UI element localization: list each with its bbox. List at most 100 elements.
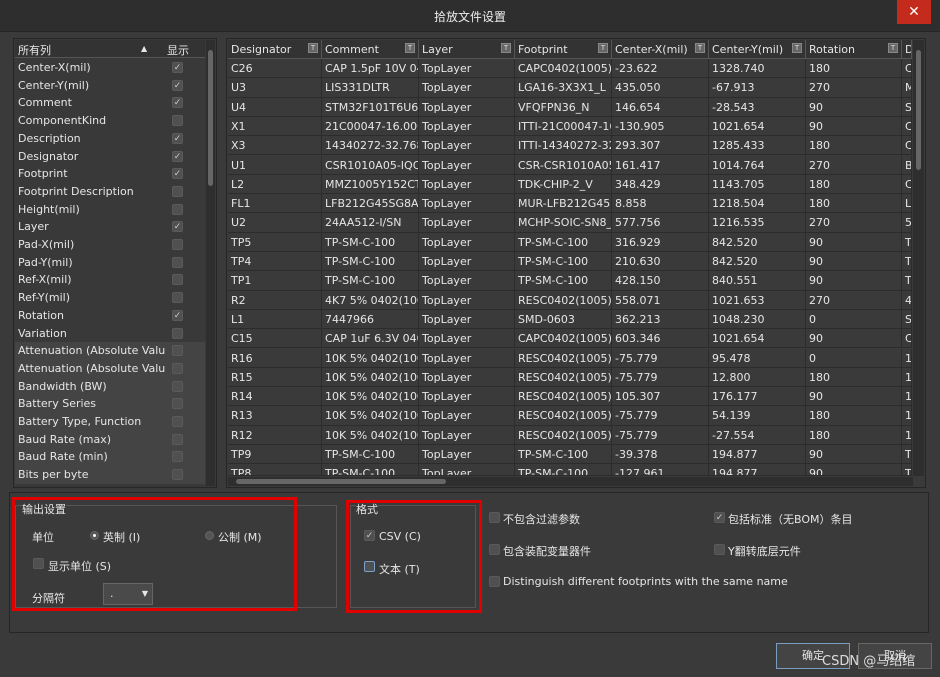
show-checkbox[interactable] — [172, 433, 183, 445]
table-cell: TopLayer — [419, 329, 515, 349]
column-header[interactable]: Center-X(mil) T — [612, 40, 709, 59]
show-checkbox[interactable] — [172, 451, 183, 463]
table-cell: FL1 — [228, 194, 322, 214]
column-list-item[interactable]: Center-X(mil) ✓ — [15, 59, 205, 77]
show-checkbox[interactable] — [172, 115, 183, 127]
show-checkbox[interactable] — [172, 274, 183, 286]
column-header[interactable]: Footprint T — [515, 40, 612, 59]
column-list-item[interactable]: Baud Rate (max) — [15, 430, 205, 449]
column-list-item[interactable]: Ref-X(mil) — [15, 271, 205, 289]
column-list-item[interactable]: Height(mil) — [15, 201, 205, 219]
y-flip-checkbox[interactable] — [714, 544, 725, 555]
column-list-item[interactable]: Footprint Description — [15, 183, 205, 201]
column-header[interactable]: Layer T — [419, 40, 515, 59]
column-list-item[interactable]: Layer ✓ — [15, 218, 205, 236]
column-list-item[interactable]: Battery Type, Function — [15, 413, 205, 431]
distinguish-checkbox[interactable] — [489, 576, 500, 587]
table-cell: 1285.433 — [709, 136, 806, 156]
show-checkbox[interactable] — [172, 398, 183, 410]
filter-icon[interactable]: T — [695, 43, 705, 53]
table-cell: S — [902, 97, 912, 117]
include-std-checkbox[interactable]: ✓ — [714, 512, 725, 523]
table-cell: CSR-CSR1010A05- — [515, 155, 612, 175]
column-list-item[interactable]: ComponentKind — [15, 112, 205, 130]
show-checkbox[interactable] — [172, 292, 183, 304]
column-list-item[interactable]: Pad-Y(mil) — [15, 254, 205, 272]
filter-icon[interactable]: T — [792, 43, 802, 53]
y-flip-label[interactable]: Y翻转底层元件 — [728, 543, 801, 559]
show-checkbox[interactable]: ✓ — [172, 150, 183, 162]
table-vscrollbar[interactable] — [913, 40, 924, 476]
table-hscrollbar[interactable] — [228, 477, 913, 486]
columns-scrollbar[interactable] — [206, 40, 215, 486]
column-list-item[interactable]: Comment ✓ — [15, 94, 205, 112]
include-variants-label[interactable]: 包含装配变量器件 — [503, 543, 591, 559]
filter-icon[interactable]: T — [501, 43, 511, 53]
column-header[interactable]: Rotation T — [806, 40, 902, 59]
close-icon[interactable]: ✕ — [897, 0, 931, 24]
show-checkbox[interactable] — [172, 469, 183, 481]
column-list-item[interactable]: Ref-Y(mil) — [15, 289, 205, 307]
show-checkbox[interactable] — [172, 380, 183, 392]
filter-icon[interactable]: T — [405, 43, 415, 53]
column-header[interactable]: D — [902, 40, 912, 59]
column-list-item[interactable]: Designator ✓ — [15, 148, 205, 166]
table-cell: TP8 — [228, 464, 322, 476]
table-cell: -39.378 — [612, 445, 709, 465]
column-list-item[interactable]: Battery Series — [15, 395, 205, 413]
table-cell: R15 — [228, 367, 322, 388]
header-show[interactable]: 显示 — [167, 42, 189, 58]
show-checkbox[interactable]: ✓ — [172, 97, 183, 109]
table-cell: 362.213 — [612, 309, 709, 330]
exclude-filter-label[interactable]: 不包含过滤参数 — [503, 511, 580, 527]
show-checkbox[interactable]: ✓ — [172, 221, 183, 233]
column-header[interactable]: Center-Y(mil) T — [709, 40, 806, 59]
show-checkbox[interactable]: ✓ — [172, 309, 183, 321]
show-checkbox[interactable]: ✓ — [172, 132, 183, 144]
filter-icon[interactable]: T — [308, 43, 318, 53]
column-list-item[interactable]: Center-Y(mil) ✓ — [15, 77, 205, 95]
show-checkbox[interactable] — [172, 362, 183, 374]
filter-icon[interactable]: T — [598, 43, 608, 53]
filter-icon[interactable]: T — [888, 43, 898, 53]
show-checkbox[interactable]: ✓ — [172, 79, 183, 91]
column-list-item[interactable]: Rotation ✓ — [15, 307, 205, 325]
include-variants-checkbox[interactable] — [489, 544, 500, 555]
show-checkbox[interactable]: ✓ — [172, 62, 183, 73]
show-checkbox[interactable] — [172, 239, 183, 250]
show-checkbox[interactable] — [172, 345, 183, 357]
show-checkbox[interactable] — [172, 185, 183, 197]
column-list-item[interactable]: Attenuation (Absolute Valu — [15, 342, 205, 360]
table-cell: TP-SM-C-100 — [322, 271, 419, 291]
show-checkbox[interactable]: ✓ — [172, 168, 183, 180]
include-std-label[interactable]: 包括标准（无BOM）条目 — [728, 511, 853, 527]
exclude-filter-checkbox[interactable] — [489, 512, 500, 523]
column-list-item[interactable]: Bandwidth (BW) — [15, 377, 205, 396]
header-all-columns[interactable]: 所有列 — [18, 42, 51, 58]
column-list-item[interactable]: Footprint ✓ — [15, 165, 205, 183]
column-list-item[interactable]: Bits per byte — [15, 466, 205, 484]
show-checkbox[interactable] — [172, 327, 183, 339]
table-cell: TP1 — [228, 271, 322, 291]
column-header[interactable]: Comment T — [322, 40, 419, 59]
column-header[interactable]: Designator T — [228, 40, 322, 59]
column-list-item[interactable]: Description ✓ — [15, 130, 205, 148]
sort-arrow-icon: ▲ — [141, 44, 148, 53]
column-list-item[interactable]: Variation — [15, 325, 205, 343]
show-checkbox[interactable] — [172, 203, 183, 215]
table-cell: B — [902, 155, 912, 175]
table-cell: TP-SM-C-100 — [515, 464, 612, 476]
table-cell: 0 — [806, 309, 902, 330]
table-cell: 5 — [902, 213, 912, 233]
table-cell: T — [902, 464, 912, 476]
column-list-item[interactable]: Baud Rate (min) — [15, 448, 205, 467]
table-cell: 1 — [902, 425, 912, 445]
distinguish-label[interactable]: Distinguish different footprints with th… — [503, 575, 788, 588]
column-list-item[interactable]: Attenuation (Absolute Valu — [15, 359, 205, 378]
show-checkbox[interactable] — [172, 416, 183, 427]
table-cell: CAP 1.5pF 10V 040 — [322, 59, 419, 79]
column-list-item[interactable]: Pad-X(mil) — [15, 236, 205, 254]
table-cell: 558.071 — [612, 290, 709, 310]
table-cell: U3 — [228, 78, 322, 98]
show-checkbox[interactable] — [172, 256, 183, 268]
